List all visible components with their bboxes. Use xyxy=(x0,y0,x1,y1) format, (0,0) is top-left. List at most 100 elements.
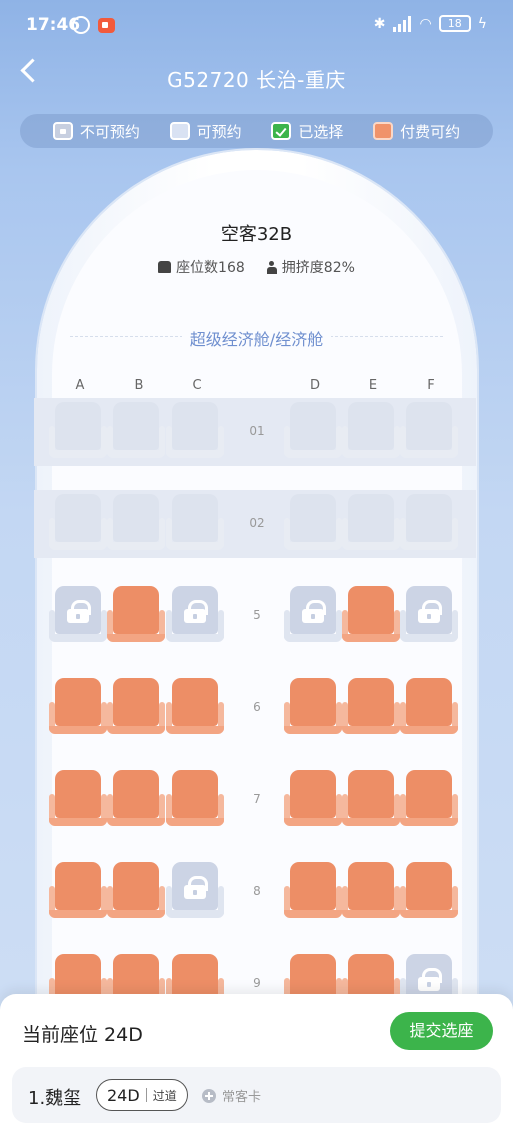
seat-6C[interactable] xyxy=(166,678,224,738)
row-number: 02 xyxy=(249,516,265,530)
seat-01B xyxy=(107,402,165,462)
page-title: G52720 长治-重庆 xyxy=(167,68,346,92)
seat-5C xyxy=(166,586,224,646)
submit-seat-button[interactable]: 提交选座 xyxy=(390,1012,493,1050)
seat-count: 座位数168 xyxy=(158,257,245,277)
row-number: 5 xyxy=(253,608,261,622)
row-number: 8 xyxy=(253,884,261,898)
legend-paid: 付费可约 xyxy=(373,121,460,142)
column-header: D xyxy=(309,378,320,393)
lock-seat-icon xyxy=(52,122,73,140)
passenger-seat-type: 过道 xyxy=(152,1088,177,1103)
cabin-class-label: 超级经济舱/经济舱 xyxy=(0,326,513,350)
seat-8F[interactable] xyxy=(400,862,458,922)
legend-label: 不可预约 xyxy=(79,122,140,141)
seat-8D[interactable] xyxy=(284,862,342,922)
seat-6D[interactable] xyxy=(284,678,342,738)
legend-selected: 已选择 xyxy=(271,121,343,142)
legend-available: 可预约 xyxy=(169,121,242,142)
seat-02A xyxy=(49,494,107,554)
legend-label: 付费可约 xyxy=(400,122,461,141)
seat-6A[interactable] xyxy=(49,678,107,738)
seat-02E xyxy=(342,494,400,554)
frequent-flyer-card-button[interactable]: 常客卡 xyxy=(202,1086,261,1105)
lock-icon xyxy=(66,600,91,623)
column-header: E xyxy=(368,378,378,393)
frequent-flyer-label: 常客卡 xyxy=(222,1090,262,1105)
status-right: ✱ ◠ 18 ϟ xyxy=(374,15,487,32)
column-headers: A B C D E F xyxy=(0,378,513,398)
passenger-name: 1.魏玺 xyxy=(28,1088,82,1109)
seat-5D xyxy=(284,586,342,646)
seat-5E[interactable] xyxy=(342,586,400,646)
seat-01A xyxy=(49,402,107,462)
seat-02C xyxy=(166,494,224,554)
chip-divider xyxy=(145,1088,147,1102)
seat-7C[interactable] xyxy=(166,770,224,830)
row-number: 7 xyxy=(253,792,261,806)
row-number: 6 xyxy=(253,700,261,714)
legend-label: 可预约 xyxy=(196,122,242,141)
aircraft-model: 空客32B xyxy=(220,224,293,245)
empty-seat-icon xyxy=(169,122,190,140)
seat-8B[interactable] xyxy=(107,862,165,922)
signal-icon xyxy=(392,15,413,32)
crowd-level-text: 拥挤度82% xyxy=(281,260,355,276)
paid-seat-icon xyxy=(373,122,394,140)
bluetooth-icon: ✱ xyxy=(373,15,386,32)
legend-label: 已选择 xyxy=(298,122,344,141)
person-icon xyxy=(266,260,277,274)
seat-7B[interactable] xyxy=(107,770,165,830)
lock-icon xyxy=(417,968,442,991)
lock-icon xyxy=(183,876,208,899)
row-number: 9 xyxy=(253,976,261,990)
screen-record-icon xyxy=(98,18,115,33)
legend-unavailable: 不可预约 xyxy=(52,121,140,142)
plus-circle-icon xyxy=(202,1088,216,1103)
passenger-seat-chip[interactable]: 24D 过道 xyxy=(96,1079,188,1111)
seat-8C xyxy=(166,862,224,922)
seat-7D[interactable] xyxy=(284,770,342,830)
aircraft-stats: 座位数168 拥挤度82% xyxy=(0,257,513,277)
seat-02F xyxy=(400,494,458,554)
lock-icon xyxy=(301,600,326,623)
seat-8A[interactable] xyxy=(49,862,107,922)
seat-8E[interactable] xyxy=(342,862,400,922)
seat-7A[interactable] xyxy=(49,770,107,830)
seat-01C xyxy=(166,402,224,462)
seat-01F xyxy=(400,402,458,462)
seat-count-text: 座位数168 xyxy=(176,260,245,276)
seat-6B[interactable] xyxy=(107,678,165,738)
column-header: C xyxy=(192,378,202,393)
lock-icon xyxy=(417,600,442,623)
column-header: B xyxy=(134,378,144,393)
seat-02B xyxy=(107,494,165,554)
crowd-level: 拥挤度82% xyxy=(266,257,355,277)
seat-02D xyxy=(284,494,342,554)
seat-6F[interactable] xyxy=(400,678,458,738)
seat-7E[interactable] xyxy=(342,770,400,830)
wifi-icon: ◠ xyxy=(419,15,432,32)
check-seat-icon xyxy=(271,122,292,140)
row-number: 01 xyxy=(249,424,265,438)
seat-6E[interactable] xyxy=(342,678,400,738)
seat-5A xyxy=(49,586,107,646)
passenger-seat-code: 24D xyxy=(107,1085,140,1105)
column-header: F xyxy=(427,378,435,393)
seat-7F[interactable] xyxy=(400,770,458,830)
seat-icon xyxy=(158,261,172,273)
battery-icon: 18 xyxy=(438,15,471,32)
seat-5F xyxy=(400,586,458,646)
seat-01E xyxy=(342,402,400,462)
column-header: A xyxy=(75,378,85,393)
passenger-card: 1.魏玺 24D 过道 常客卡 xyxy=(12,1067,501,1123)
lock-icon xyxy=(183,600,208,623)
seat-legend: 不可预约 可预约 已选择 付费可约 xyxy=(20,114,493,148)
status-bar: 17:46 ✱ ◠ 18 ϟ xyxy=(0,0,513,50)
seat-5B[interactable] xyxy=(107,586,165,646)
cabin-class-text: 超级经济舱/经济舱 xyxy=(181,330,332,349)
charging-icon: ϟ xyxy=(477,15,487,32)
seat-01D xyxy=(284,402,342,462)
current-seat: 当前座位 24D xyxy=(22,1024,143,1046)
alarm-icon xyxy=(72,16,90,34)
